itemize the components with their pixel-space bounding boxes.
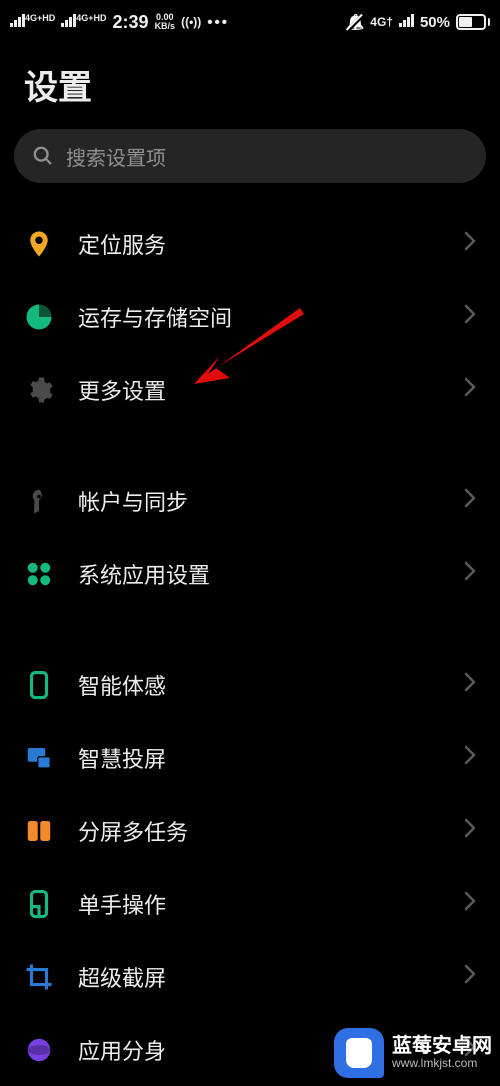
chevron-right-icon	[464, 377, 476, 402]
split-icon	[24, 816, 54, 846]
settings-row-label: 超级截屏	[78, 961, 440, 993]
chevron-right-icon	[464, 488, 476, 513]
status-bar-right: 4G† 50%	[346, 13, 490, 31]
settings-row-account-sync[interactable]: 帐户与同步	[0, 464, 500, 537]
net-right-label: 4G†	[370, 15, 393, 29]
key-icon	[24, 486, 54, 516]
chevron-right-icon	[464, 745, 476, 770]
watermark: 蓝莓安卓网 www.lmkjst.com	[320, 1018, 500, 1084]
group-divider	[0, 426, 500, 464]
settings-row-super-shot[interactable]: 超级截屏	[0, 940, 500, 1013]
search-placeholder: 搜索设置项	[66, 142, 166, 171]
signal-2-icon: 4G+HD	[61, 13, 106, 31]
settings-row-more-settings[interactable]: 更多设置	[0, 353, 500, 426]
chevron-right-icon	[464, 818, 476, 843]
location-icon	[24, 229, 54, 259]
cast-icon	[24, 743, 54, 773]
settings-row-label: 定位服务	[78, 228, 440, 260]
settings-row-smart-cast[interactable]: 智慧投屏	[0, 721, 500, 794]
dnd-icon	[346, 13, 364, 31]
page-title: 设置	[0, 44, 500, 129]
settings-row-system-apps[interactable]: 系统应用设置	[0, 537, 500, 610]
search-icon	[32, 145, 54, 167]
signal-1-icon: 4G+HD	[10, 13, 55, 31]
pie-icon	[24, 302, 54, 332]
settings-row-label: 智慧投屏	[78, 742, 440, 774]
phone-rect-icon	[24, 670, 54, 700]
watermark-logo-icon	[334, 1028, 384, 1078]
hotspot-icon: ((•))	[181, 15, 201, 29]
chevron-right-icon	[464, 964, 476, 989]
chevron-right-icon	[464, 672, 476, 697]
settings-row-label: 系统应用设置	[78, 558, 440, 590]
battery-percent: 50%	[420, 14, 450, 31]
crop-icon	[24, 962, 54, 992]
phone-corner-icon	[24, 889, 54, 919]
four-dots-icon	[24, 559, 54, 589]
settings-row-label: 智能体感	[78, 669, 440, 701]
more-status-icon: •••	[207, 14, 229, 31]
watermark-url: www.lmkjst.com	[392, 1057, 492, 1070]
status-bar-left: 4G+HD 4G+HD 2:39 0.00 KB/s ((•)) •••	[10, 12, 229, 33]
settings-row-label: 分屏多任务	[78, 815, 440, 847]
settings-row-label: 运存与存储空间	[78, 301, 440, 333]
settings-list: 定位服务运存与存储空间更多设置帐户与同步系统应用设置智能体感智慧投屏分屏多任务单…	[0, 197, 500, 1086]
net-speed: 0.00 KB/s	[155, 13, 176, 31]
settings-row-storage[interactable]: 运存与存储空间	[0, 280, 500, 353]
settings-row-label: 更多设置	[78, 374, 440, 406]
chevron-right-icon	[464, 231, 476, 256]
status-bar: 4G+HD 4G+HD 2:39 0.00 KB/s ((•)) ••• 4G†…	[0, 0, 500, 44]
clock: 2:39	[113, 12, 149, 33]
chevron-right-icon	[464, 891, 476, 916]
sphere-icon	[24, 1035, 54, 1065]
settings-row-location[interactable]: 定位服务	[0, 207, 500, 280]
battery-icon	[456, 14, 490, 30]
settings-row-one-hand[interactable]: 单手操作	[0, 867, 500, 940]
settings-row-label: 帐户与同步	[78, 485, 440, 517]
settings-row-label: 单手操作	[78, 888, 440, 920]
settings-row-split-screen[interactable]: 分屏多任务	[0, 794, 500, 867]
watermark-name: 蓝莓安卓网	[392, 1035, 492, 1057]
chevron-right-icon	[464, 561, 476, 586]
chevron-right-icon	[464, 304, 476, 329]
signal-right-icon	[399, 13, 414, 31]
group-divider	[0, 610, 500, 648]
search-input[interactable]: 搜索设置项	[14, 129, 486, 183]
settings-row-smart-motion[interactable]: 智能体感	[0, 648, 500, 721]
gear-icon	[24, 375, 54, 405]
